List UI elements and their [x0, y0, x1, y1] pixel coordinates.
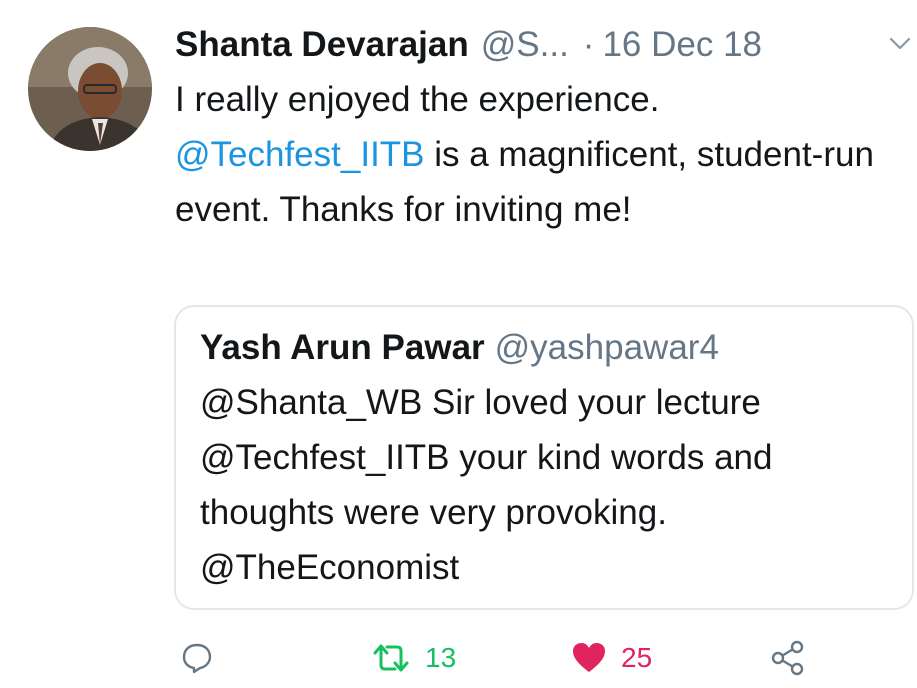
tweet-text-line1: I really enjoyed the experience. — [175, 80, 660, 119]
like-button[interactable]: 25 — [571, 640, 652, 676]
tweet-date[interactable]: 16 Dec 18 — [602, 25, 762, 64]
author-name[interactable]: Shanta Devarajan — [175, 25, 469, 64]
author-avatar[interactable] — [28, 27, 152, 151]
chevron-down-icon[interactable] — [888, 36, 912, 52]
quoted-author-name: Yash Arun Pawar — [200, 328, 485, 367]
quoted-tweet-text: @Shanta_WB Sir loved your lecture @Techf… — [200, 383, 773, 587]
tweet-header: Shanta Devarajan @S... · 16 Dec 18 — [175, 18, 915, 72]
heart-icon — [573, 643, 605, 672]
retweet-button[interactable]: 13 — [371, 640, 456, 676]
retweet-count: 13 — [425, 642, 457, 673]
reply-button[interactable] — [180, 640, 214, 676]
quoted-author-handle: @yashpawar4 — [494, 328, 719, 367]
separator-dot: · — [582, 25, 595, 64]
like-count: 25 — [621, 642, 653, 673]
comment-icon — [182, 643, 212, 674]
author-handle[interactable]: @S... — [481, 25, 569, 64]
tweet-actions-bar: 13 25 — [0, 630, 917, 688]
mention-link[interactable]: @Techfest_IITB — [175, 135, 425, 174]
quoted-tweet-card[interactable]: Yash Arun Pawar @yashpawar4 @Shanta_WB Si… — [174, 305, 914, 610]
share-button[interactable] — [770, 640, 806, 676]
share-icon — [771, 640, 804, 676]
quoted-tweet-header: Yash Arun Pawar @yashpawar4 — [200, 321, 719, 375]
tweet-text: I really enjoyed the experience. @Techfe… — [175, 72, 905, 237]
retweet-icon — [373, 644, 409, 672]
